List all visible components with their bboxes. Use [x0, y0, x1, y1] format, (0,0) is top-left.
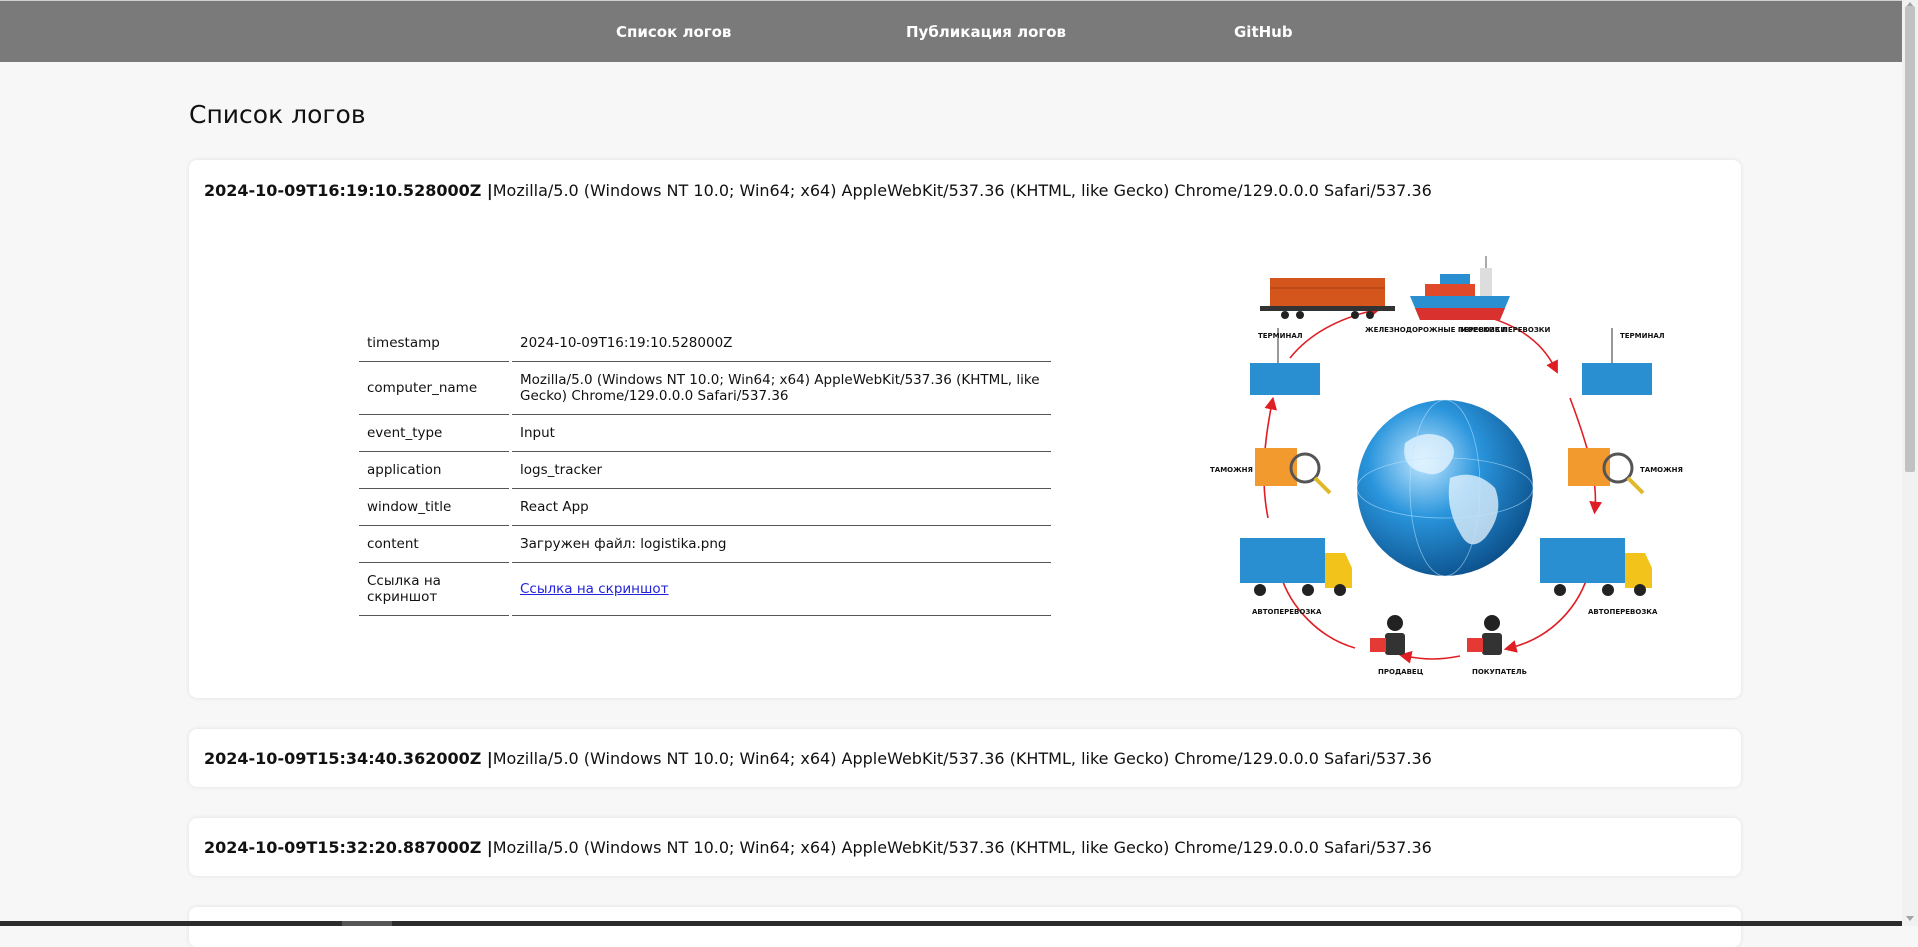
scrollbar-thumb[interactable]: [1905, 6, 1915, 472]
nav-link-publish-logs[interactable]: Публикация логов: [906, 23, 1066, 41]
nav-link-github[interactable]: GitHub: [1234, 23, 1293, 41]
vertical-scrollbar[interactable]: [1902, 0, 1918, 926]
log-card-header[interactable]: 2024-10-09T15:34:40.362000Z |Mozilla/5.0…: [204, 749, 1432, 768]
log-card[interactable]: 2024-10-09T15:34:40.362000Z |Mozilla/5.0…: [189, 729, 1741, 787]
table-row: content Загружен файл: logistika.png: [359, 526, 1051, 563]
table-row: event_type Input: [359, 415, 1051, 452]
scroll-down-icon[interactable]: [1906, 916, 1914, 921]
detail-key: computer_name: [359, 362, 509, 415]
label-truck-right: АВТОПЕРЕВОЗКА: [1588, 608, 1658, 616]
log-agent: Mozilla/5.0 (Windows NT 10.0; Win64; x64…: [492, 838, 1432, 857]
label-truck-left: АВТОПЕРЕВОЗКА: [1252, 608, 1322, 616]
ship-icon: [1410, 256, 1510, 320]
log-agent: Mozilla/5.0 (Windows NT 10.0; Win64; x64…: [492, 181, 1432, 200]
rail-car-icon: [1260, 278, 1395, 319]
log-card[interactable]: 2024-10-09T15:32:20.887000Z |Mozilla/5.0…: [189, 818, 1741, 876]
table-row: Ссылка на скриншот Ссылка на скриншот: [359, 563, 1051, 616]
customs-left-icon: [1255, 448, 1332, 495]
log-agent: Mozilla/5.0 (Windows NT 10.0; Win64; x64…: [492, 749, 1432, 768]
log-card-expanded[interactable]: 2024-10-09T16:19:10.528000Z |Mozilla/5.0…: [189, 160, 1741, 698]
log-timestamp: 2024-10-09T15:32:20.887000Z |: [204, 838, 493, 857]
detail-key: Ссылка на скриншот: [359, 563, 509, 616]
label-sea: МОРСКИЕ ПЕРЕВОЗКИ: [1460, 326, 1551, 334]
page-title: Список логов: [189, 100, 366, 129]
top-navbar: Список логов Публикация логов GitHub: [0, 0, 1902, 62]
log-timestamp: 2024-10-09T15:34:40.362000Z |: [204, 749, 493, 768]
detail-value: logs_tracker: [512, 452, 1051, 489]
log-details-table: timestamp 2024-10-09T16:19:10.528000Z co…: [356, 325, 1054, 616]
screenshot-link[interactable]: Ссылка на скриншот: [520, 581, 668, 597]
table-row: timestamp 2024-10-09T16:19:10.528000Z: [359, 325, 1051, 362]
log-card-header[interactable]: 2024-10-09T15:32:20.887000Z |Mozilla/5.0…: [204, 838, 1432, 857]
seller-icon: [1370, 615, 1405, 655]
log-timestamp: 2024-10-09T16:19:10.528000Z |: [204, 181, 493, 200]
horizontal-scrollbar[interactable]: [0, 921, 1902, 926]
label-buyer: ПОКУПАТЕЛЬ: [1472, 668, 1527, 676]
table-row: window_title React App: [359, 489, 1051, 526]
table-row: computer_name Mozilla/5.0 (Windows NT 10…: [359, 362, 1051, 415]
detail-key: window_title: [359, 489, 509, 526]
log-card-partial[interactable]: [189, 907, 1741, 947]
label-customs-right: ТАМОЖНЯ: [1640, 466, 1683, 474]
detail-value: 2024-10-09T16:19:10.528000Z: [512, 325, 1051, 362]
detail-key: content: [359, 526, 509, 563]
label-terminal-right: ТЕРМИНАЛ: [1620, 332, 1665, 340]
label-terminal-left: ТЕРМИНАЛ: [1258, 332, 1303, 340]
detail-key: application: [359, 452, 509, 489]
detail-value: Ссылка на скриншот: [512, 563, 1051, 616]
horizontal-scrollbar-thumb[interactable]: [342, 921, 392, 926]
detail-value: React App: [512, 489, 1051, 526]
label-seller: ПРОДАВЕЦ: [1378, 668, 1424, 676]
detail-value: Загружен файл: logistika.png: [512, 526, 1051, 563]
logistics-screenshot-image: ЖЕЛЕЗНОДОРОЖНЫЕ ПЕРЕВОЗКИ МОРСКИЕ ПЕРЕВО…: [1210, 256, 1683, 676]
buyer-icon: [1467, 615, 1502, 655]
log-card-header[interactable]: 2024-10-09T16:19:10.528000Z |Mozilla/5.0…: [204, 181, 1432, 200]
table-row: application logs_tracker: [359, 452, 1051, 489]
label-customs-left: ТАМОЖНЯ: [1210, 466, 1253, 474]
globe-icon: [1356, 399, 1534, 577]
detail-key: timestamp: [359, 325, 509, 362]
detail-value: Mozilla/5.0 (Windows NT 10.0; Win64; x64…: [512, 362, 1051, 415]
nav-link-log-list[interactable]: Список логов: [616, 23, 731, 41]
detail-key: event_type: [359, 415, 509, 452]
customs-right-icon: [1568, 448, 1645, 495]
truck-left-icon: [1240, 538, 1352, 596]
detail-value: Input: [512, 415, 1051, 452]
truck-right-icon: [1540, 538, 1652, 596]
